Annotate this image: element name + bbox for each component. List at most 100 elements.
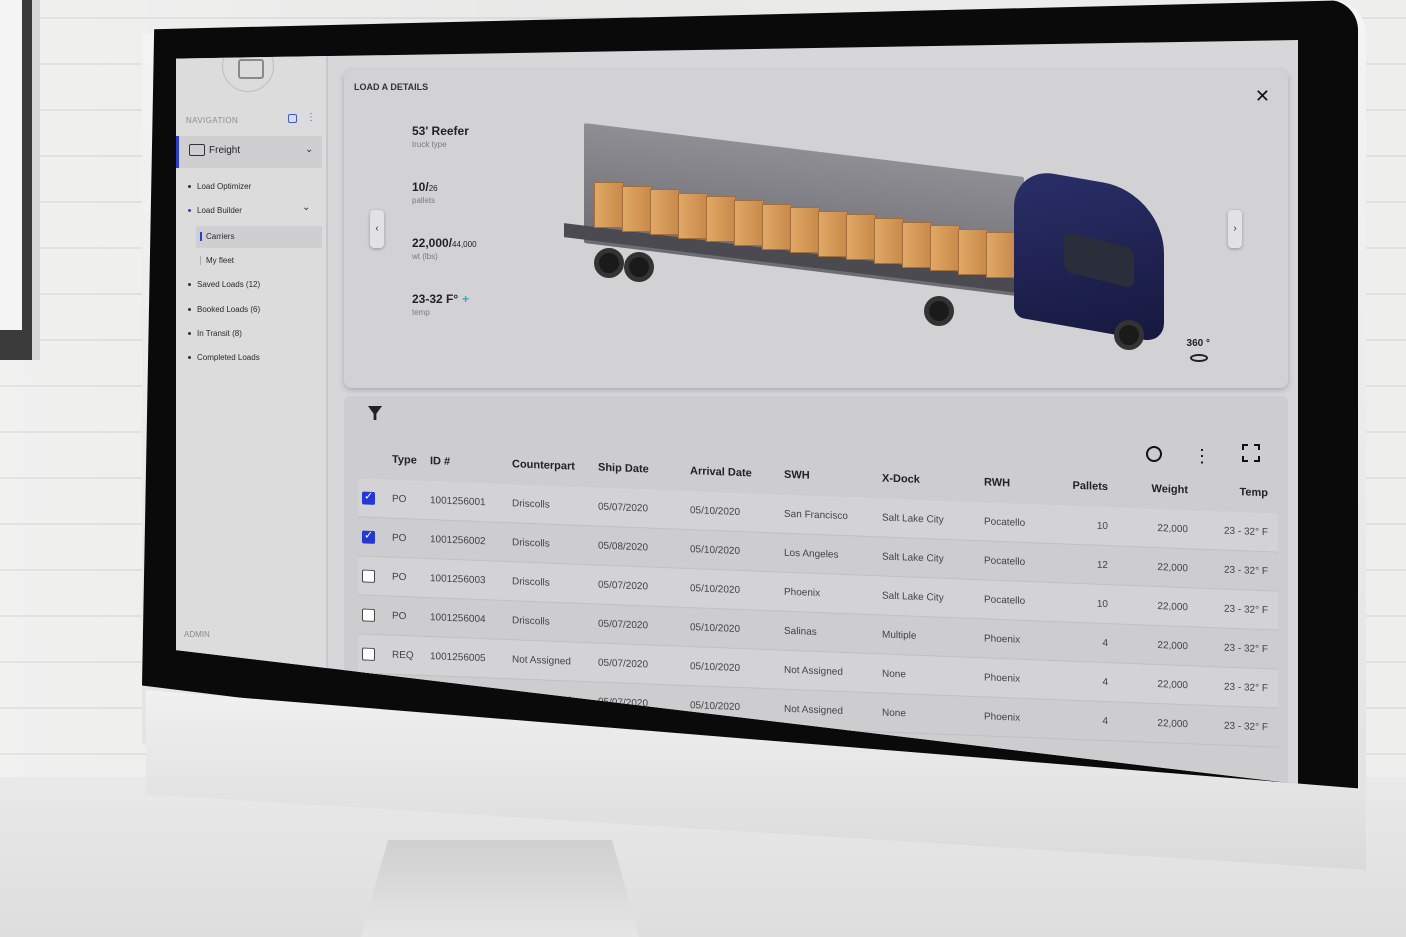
wheel-icon: [594, 248, 624, 278]
sidebar-item-carriers[interactable]: Carriers: [200, 232, 234, 241]
cell-xdock: None: [882, 667, 906, 680]
cell-pallets: 4: [1102, 637, 1108, 649]
pallets-value: 10/: [412, 180, 429, 194]
cell-id: 1001256004: [430, 611, 486, 625]
cell-ship-date: 05/07/2020: [598, 501, 649, 514]
bullet-icon: [188, 283, 191, 287]
cell-swh: San Francisco: [784, 508, 848, 522]
sidebar-item-saved-loads[interactable]: Saved Loads (12): [188, 280, 260, 289]
cell-id: 1001256005: [430, 650, 486, 664]
cell-weight: 22,000: [1157, 522, 1188, 535]
col-header-pallets[interactable]: Pallets: [1062, 479, 1122, 493]
pallet-box: [706, 196, 736, 243]
cell-rwh: Pocatello: [984, 593, 1026, 607]
cell-type: PO: [392, 571, 407, 583]
col-header-ship-date[interactable]: Ship Date: [598, 462, 690, 478]
weight-value: 22,000/: [412, 236, 453, 250]
temp-value: 23-32 F°: [412, 292, 459, 306]
weight-caption: wt (lbs): [412, 252, 438, 261]
picture-frame: [0, 0, 40, 360]
sidebar-item-load-builder[interactable]: Load Builder: [188, 206, 242, 215]
cell-temp: 23 - 32° F: [1223, 642, 1268, 655]
row-checkbox[interactable]: [362, 490, 375, 505]
cell-counterpart: Driscolls: [512, 497, 550, 511]
pallet-box: [650, 189, 680, 236]
cell-xdock: Multiple: [882, 628, 917, 642]
sidebar-item-load-optimizer[interactable]: Load Optimizer: [188, 182, 251, 191]
chevron-down-icon[interactable]: ⌄: [305, 144, 313, 155]
col-header-rwh[interactable]: RWH: [984, 476, 1062, 491]
plus-icon[interactable]: +: [462, 292, 469, 306]
stat-temp: 23-32 F° + temp: [412, 292, 469, 317]
sidebar-item-booked-loads[interactable]: Booked Loads (6): [188, 305, 260, 314]
row-checkbox[interactable]: [362, 607, 375, 622]
rotate-360-icon[interactable]: [1190, 354, 1208, 362]
row-checkbox[interactable]: [362, 646, 375, 661]
admin-label[interactable]: ADMIN: [184, 630, 210, 639]
cell-xdock: Salt Lake City: [882, 511, 944, 526]
lock-icon[interactable]: [288, 114, 297, 123]
cell-xdock: Salt Lake City: [882, 589, 944, 604]
cell-arrival-date: 05/10/2020: [690, 621, 741, 635]
cell-weight: 22,000: [1157, 600, 1188, 613]
bullet-icon: [188, 308, 191, 312]
pallets-total: 26: [428, 184, 438, 193]
cell-xdock: None: [882, 706, 906, 719]
col-header-xdock[interactable]: X-Dock: [882, 472, 984, 488]
col-header-temp[interactable]: Temp: [1198, 485, 1268, 499]
nav-heading: NAVIGATION: [186, 116, 239, 125]
cell-type: REQ: [392, 649, 414, 661]
col-header-counterpart[interactable]: Counterpart: [512, 458, 598, 473]
wheel-icon: [1114, 320, 1144, 350]
truck-3d-view[interactable]: [524, 120, 1164, 370]
col-header-swh[interactable]: SWH: [784, 469, 882, 485]
cell-arrival-date: 05/10/2020: [690, 582, 741, 596]
cell-swh: Salinas: [784, 625, 817, 638]
weight-total: 44,000: [452, 240, 477, 249]
cell-temp: 23 - 32° F: [1223, 525, 1268, 538]
cell-xdock: Salt Lake City: [882, 550, 944, 565]
pallet-box: [846, 214, 876, 261]
sidebar-item-freight[interactable]: Freight ⌄: [176, 136, 322, 168]
cell-rwh: Pocatello: [984, 515, 1026, 529]
cell-id: 1001256001: [430, 494, 486, 508]
cell-arrival-date: 05/10/2020: [690, 699, 741, 713]
rotate-label: 360 °: [1186, 338, 1210, 349]
cell-weight: 22,000: [1157, 678, 1188, 691]
sidebar-item-completed-loads[interactable]: Completed Loads: [188, 353, 260, 362]
pallet-box: [790, 207, 820, 254]
prev-arrow-button[interactable]: ‹: [370, 210, 384, 248]
cell-swh: Not Assigned: [784, 664, 843, 678]
row-checkbox[interactable]: [362, 568, 375, 583]
stat-truck-type: 53' Reefer truck type: [412, 124, 469, 149]
sidebar-item-in-transit[interactable]: In Transit (8): [188, 329, 242, 338]
row-checkbox[interactable]: [362, 529, 375, 544]
pallet-box: [594, 182, 624, 228]
col-header-type[interactable]: Type: [392, 454, 430, 467]
main-content: LOAD A DETAILS ✕ 53' Reefer truck type 1…: [336, 40, 1298, 784]
cell-ship-date: 05/07/2020: [598, 579, 649, 592]
sidebar-item-label: Freight: [209, 145, 241, 156]
sidebar-item-my-fleet[interactable]: My fleet: [200, 256, 234, 265]
col-header-arrival-date[interactable]: Arrival Date: [690, 465, 784, 481]
cell-id: 1001256002: [430, 533, 486, 547]
nav-more-icon[interactable]: ⋮: [306, 112, 316, 123]
cell-swh: Phoenix: [784, 586, 821, 599]
cell-pallets: 10: [1096, 598, 1108, 610]
filter-icon[interactable]: [368, 406, 382, 420]
col-header-weight[interactable]: Weight: [1122, 482, 1198, 497]
stat-weight: 22,000/44,000 wt (lbs): [412, 236, 477, 261]
bullet-icon: [188, 356, 191, 360]
wheel-icon: [624, 252, 654, 282]
next-arrow-button[interactable]: ›: [1228, 210, 1242, 248]
pallet-box: [762, 203, 792, 250]
close-icon[interactable]: ✕: [1255, 86, 1270, 107]
cell-temp: 23 - 32° F: [1223, 720, 1268, 733]
col-header-id[interactable]: ID #: [430, 455, 512, 470]
cell-type: PO: [392, 610, 407, 622]
cell-pallets: 4: [1102, 715, 1108, 727]
cell-arrival-date: 05/10/2020: [690, 504, 741, 518]
cell-counterpart: Not Assigned: [512, 653, 571, 668]
wheel-icon: [924, 296, 954, 326]
chevron-down-icon[interactable]: ⌄: [302, 202, 310, 213]
